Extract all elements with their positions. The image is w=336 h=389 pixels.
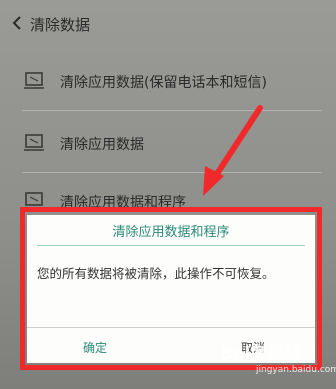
confirm-button[interactable]: 确定 [83,339,107,356]
option-label: 清除应用数据 [60,137,144,153]
page-title: 清除数据 [30,16,91,34]
phone-clean-icon [24,72,44,89]
top-bar: 清除数据 [0,0,336,48]
divider [22,110,322,111]
watermark-url: jingyan.baidu.com [256,365,336,375]
dialog-message: 您的所有数据将被清除，此操作不可恢复。 [37,266,275,281]
phone-clean-icon [24,134,44,151]
baidu-jingyan-watermark: Bai度经验 [220,344,302,364]
dialog-title: 清除应用数据和程序 [112,225,230,240]
option-clear-data-keep-contacts[interactable]: 清除应用数据(保留电话本和短信) [0,52,336,110]
dialog-button-divider [27,327,315,328]
back-arrow-icon[interactable] [10,14,26,32]
option-clear-data[interactable]: 清除应用数据 [0,114,336,172]
divider [22,172,322,173]
dialog-title-divider [37,245,305,246]
option-label: 清除应用数据(保留电话本和短信) [60,75,267,91]
